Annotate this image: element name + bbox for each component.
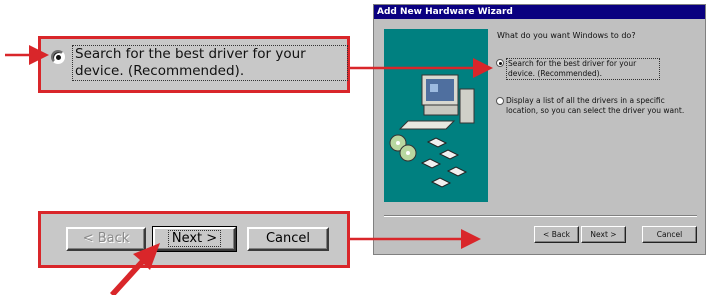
wizard-back-button[interactable]: < Back — [534, 226, 579, 243]
radio-label-search-best-driver[interactable]: Search for the best driver for your devi… — [72, 45, 348, 81]
radio-dot — [56, 55, 61, 60]
add-new-hardware-wizard-window: Add New Hardware Wizard What do you want… — [373, 4, 706, 255]
back-button-disabled: < Back — [66, 227, 146, 251]
wizard-next-button[interactable]: Next > — [581, 226, 626, 243]
floppy-disk-icon — [420, 137, 468, 188]
cancel-button[interactable]: Cancel — [247, 227, 329, 251]
next-button[interactable]: Next > — [152, 226, 237, 252]
window-title: Add New Hardware Wizard — [374, 5, 705, 19]
zoom-callout-radio: Search for the best driver for your devi… — [38, 36, 350, 93]
separator — [384, 215, 697, 217]
option-display-driver-list[interactable]: Display a list of all the drivers in a s… — [506, 96, 691, 116]
wizard-prompt: What do you want Windows to do? — [497, 31, 636, 40]
next-button-label: Next > — [167, 230, 222, 247]
option-search-best-driver[interactable]: Search for the best driver for your devi… — [506, 58, 660, 80]
cd-icon — [389, 134, 417, 162]
wizard-illustration — [384, 29, 488, 202]
wizard-cancel-button[interactable]: Cancel — [642, 226, 697, 243]
computer-icon — [398, 74, 475, 130]
zoom-callout-buttons: < Back Next > Cancel — [38, 211, 350, 268]
radio-search-best-driver[interactable] — [496, 59, 504, 67]
radio-button-selected[interactable] — [51, 50, 65, 64]
radio-dot — [499, 62, 502, 65]
radio-display-driver-list[interactable] — [496, 97, 504, 105]
